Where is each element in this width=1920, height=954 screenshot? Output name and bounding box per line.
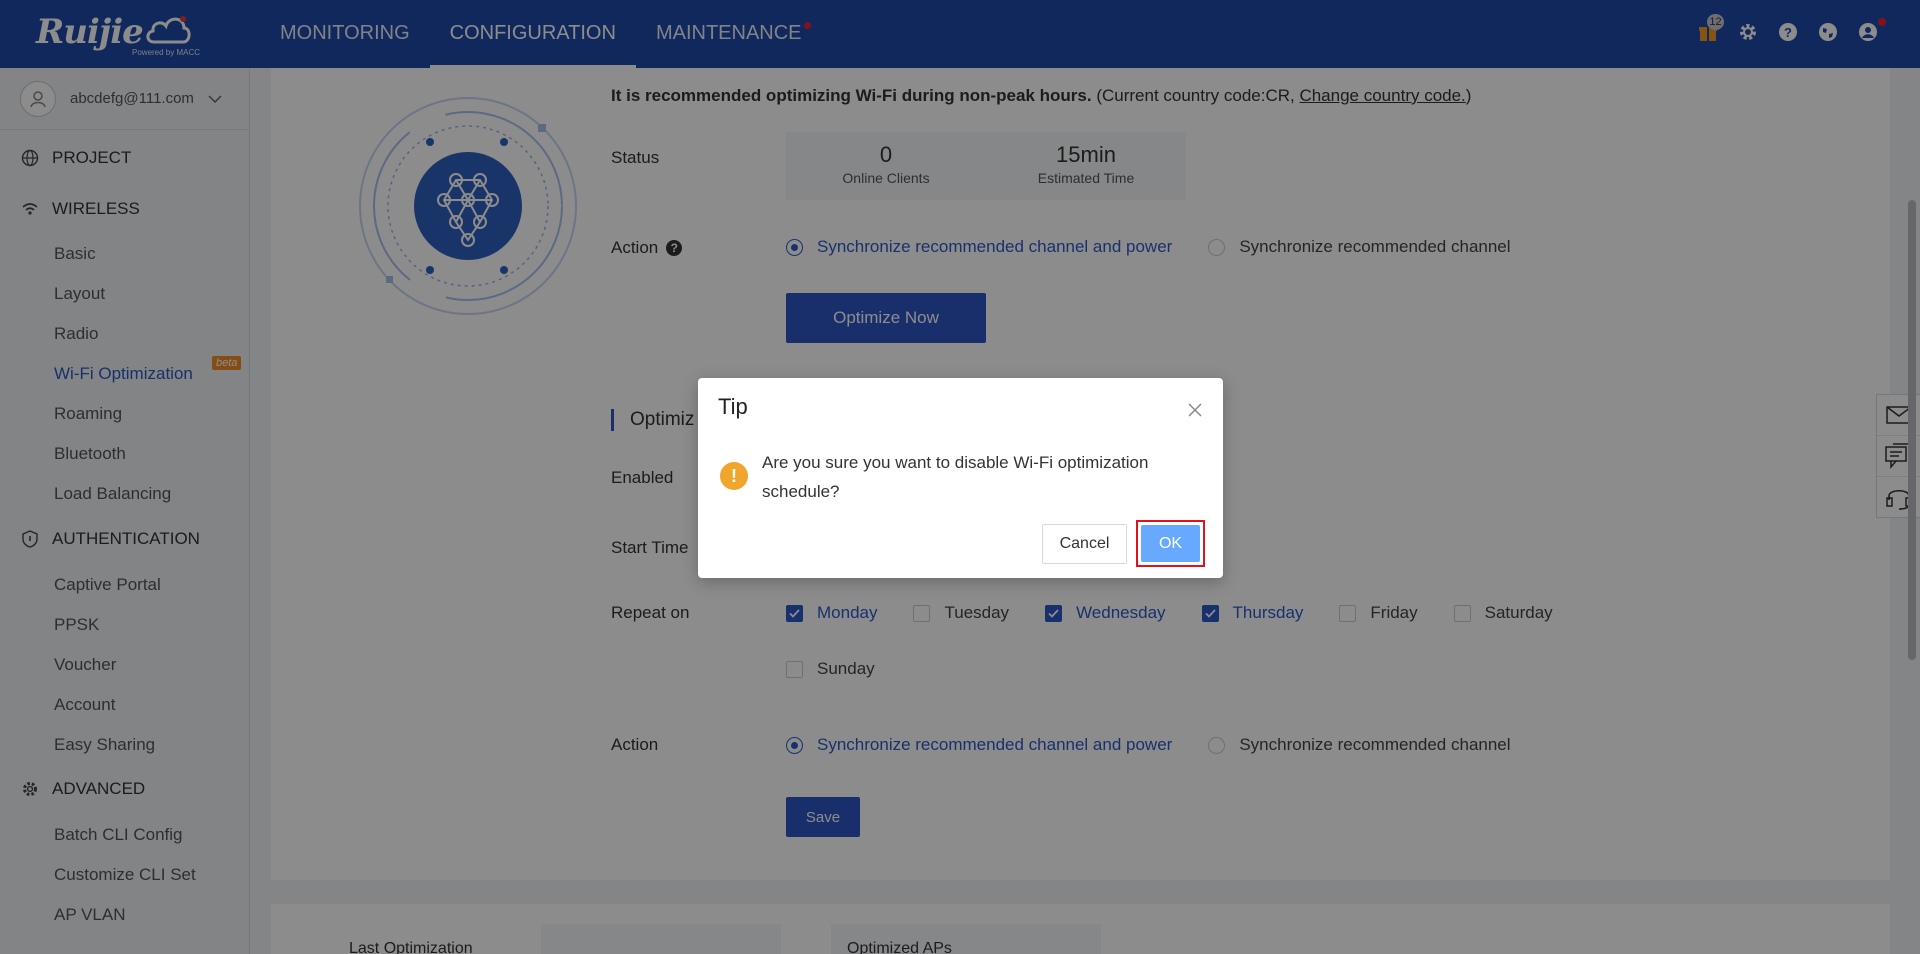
ok-button[interactable]: OK xyxy=(1141,525,1200,562)
close-icon[interactable] xyxy=(1187,402,1203,418)
dialog-title: Tip xyxy=(718,394,748,419)
dialog-message: Are you sure you want to disable Wi-Fi o… xyxy=(762,453,1149,501)
cancel-button[interactable]: Cancel xyxy=(1042,524,1127,564)
ok-button-highlight: OK xyxy=(1136,520,1205,567)
warning-icon: ! xyxy=(720,462,748,490)
tip-dialog: Tip ! Are you sure you want to disable W… xyxy=(698,378,1223,578)
